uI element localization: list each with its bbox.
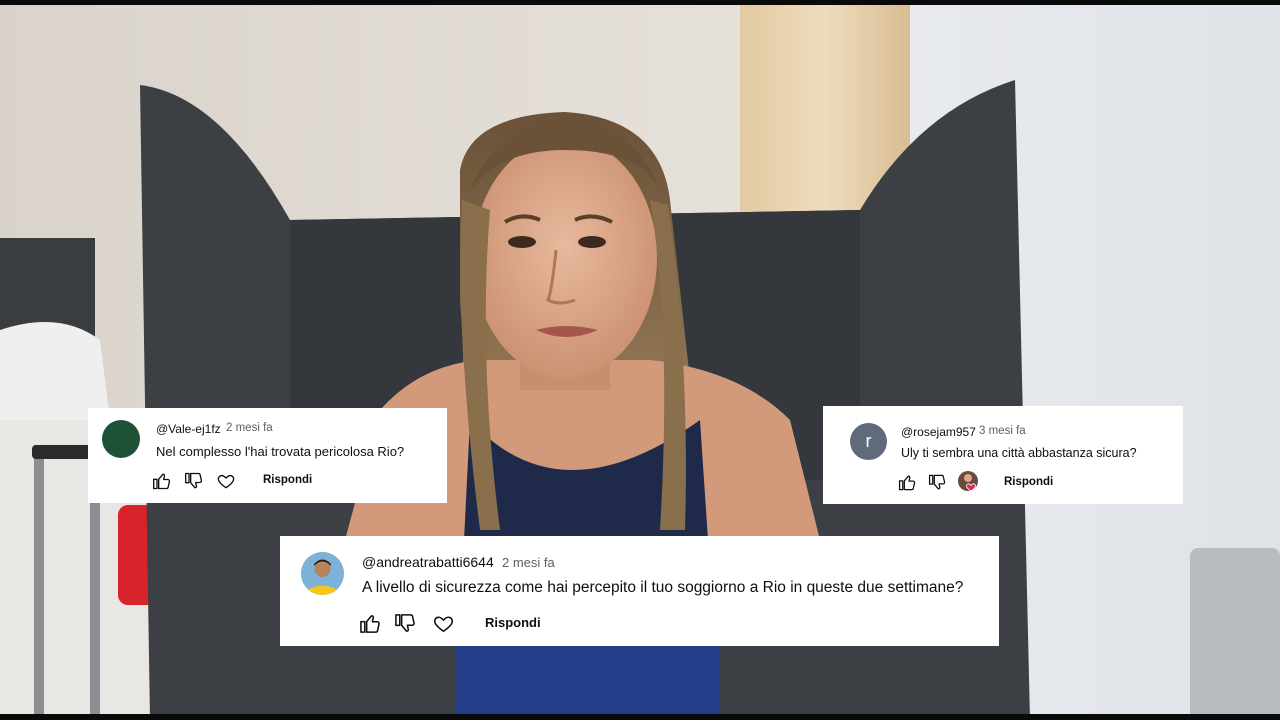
comment-card-vale: @Vale-ej1fz 2 mesi fa Nel complesso l'ha… — [88, 408, 447, 503]
like-icon[interactable] — [152, 471, 172, 491]
comment-timestamp[interactable]: 3 mesi fa — [979, 425, 1026, 437]
comment-author-handle[interactable]: @andreatrabatti6644 — [362, 554, 494, 570]
comment-timestamp[interactable]: 2 mesi fa — [502, 555, 555, 570]
video-frame: @Vale-ej1fz 2 mesi fa Nel complesso l'ha… — [0, 0, 1280, 720]
avatar[interactable] — [301, 552, 344, 595]
dislike-icon[interactable] — [394, 612, 417, 635]
dislike-icon[interactable] — [928, 473, 947, 492]
comment-card-rosejam: r @rosejam957 3 mesi fa Uly ti sembra un… — [823, 406, 1183, 504]
like-icon[interactable] — [359, 612, 382, 635]
reply-button[interactable]: Rispondi — [263, 474, 312, 486]
creator-heart-icon[interactable] — [957, 470, 981, 494]
comment-card-andreatrabatti: @andreatrabatti6644 2 mesi fa A livello … — [280, 536, 999, 646]
avatar[interactable]: r — [850, 423, 887, 460]
heart-icon[interactable] — [216, 471, 236, 491]
comment-text: Nel complesso l'hai trovata pericolosa R… — [156, 444, 405, 459]
heart-icon[interactable] — [432, 612, 455, 635]
comment-text: A livello di sicurezza come hai percepit… — [362, 579, 964, 596]
comment-author-handle[interactable]: @Vale-ej1fz — [156, 422, 221, 436]
reply-button[interactable]: Rispondi — [1004, 476, 1053, 488]
avatar-photo — [301, 552, 344, 595]
comment-timestamp[interactable]: 2 mesi fa — [226, 422, 273, 434]
comment-author-handle[interactable]: @rosejam957 — [901, 425, 976, 439]
avatar-letter: r — [865, 431, 872, 451]
comment-text: Uly ti sembra una città abbastanza sicur… — [901, 446, 1137, 460]
avatar[interactable] — [102, 420, 140, 458]
reply-button[interactable]: Rispondi — [485, 615, 541, 630]
like-icon[interactable] — [898, 473, 917, 492]
dislike-icon[interactable] — [184, 471, 204, 491]
